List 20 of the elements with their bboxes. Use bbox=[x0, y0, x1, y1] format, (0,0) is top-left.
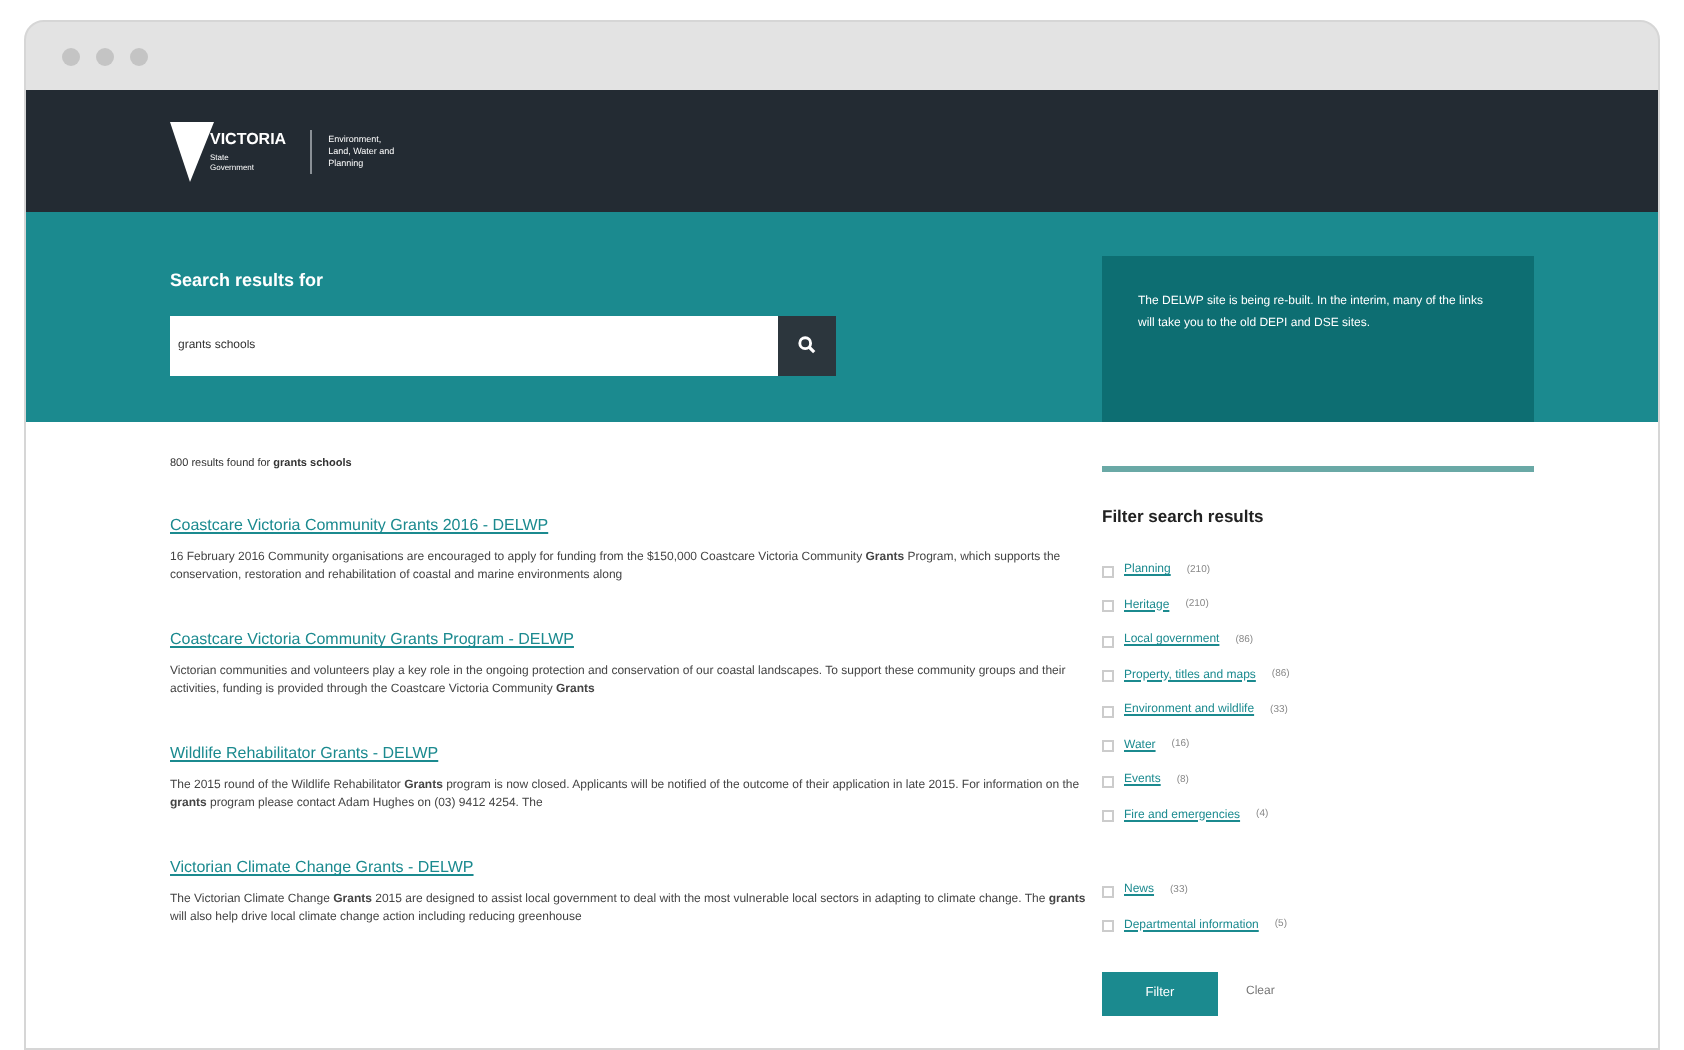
search-label: Search results for bbox=[170, 268, 326, 294]
filter-checkbox[interactable] bbox=[1102, 635, 1114, 647]
result-title-link[interactable]: Coastcare Victoria Community Grants Program - DELWP bbox=[170, 630, 574, 649]
filter-title: Filter search results bbox=[1102, 504, 1266, 530]
result-title-link[interactable]: Coastcare Victoria Community Grants 2016 - DELWP bbox=[170, 516, 549, 535]
filter-checkbox[interactable] bbox=[1102, 775, 1114, 787]
filter-checkbox[interactable] bbox=[1102, 885, 1114, 897]
search-button[interactable] bbox=[778, 315, 836, 375]
filter-checkbox[interactable] bbox=[1102, 810, 1114, 822]
filter-checkbox[interactable] bbox=[1102, 600, 1114, 612]
filter-checkbox[interactable] bbox=[1102, 670, 1114, 682]
result-title-link[interactable]: Wildlife Rehabilitator Grants - DELWP bbox=[170, 744, 439, 763]
result-title-link[interactable]: Victorian Climate Change Grants - DELWP bbox=[170, 858, 474, 877]
filter-checkbox[interactable] bbox=[1102, 740, 1114, 752]
filter-checkbox[interactable] bbox=[1102, 920, 1114, 932]
search-icon bbox=[798, 336, 816, 354]
filter-checkbox[interactable] bbox=[1102, 565, 1114, 577]
state-logo-icon bbox=[170, 121, 214, 181]
logo-wordmark: VICTORIA bbox=[210, 131, 287, 147]
filter-checkbox[interactable] bbox=[1102, 705, 1114, 717]
